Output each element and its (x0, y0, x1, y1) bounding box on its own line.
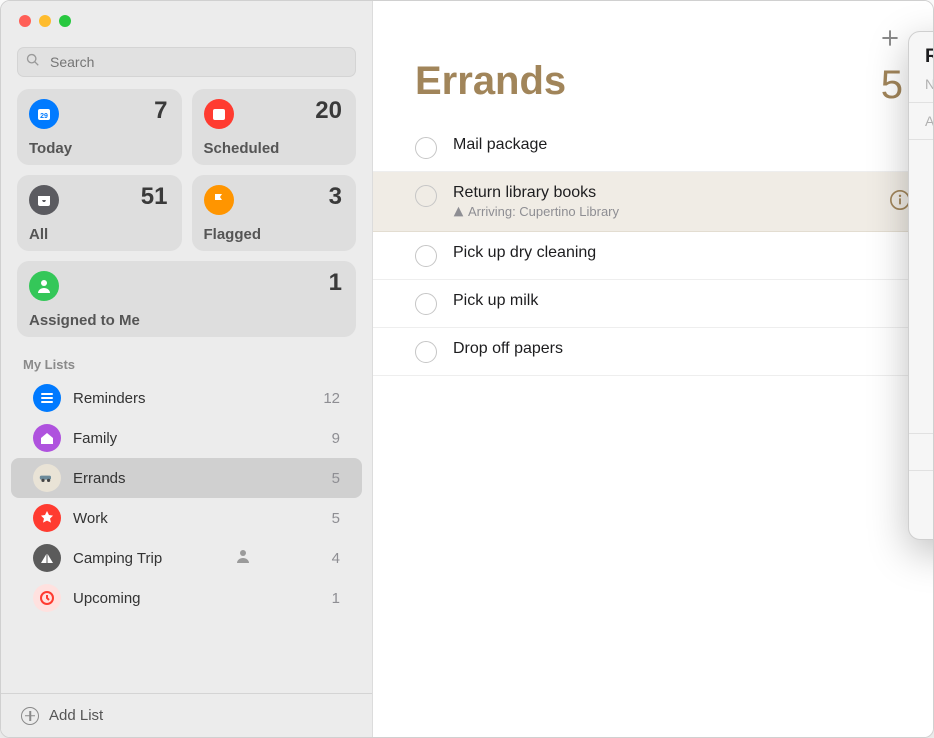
complete-toggle[interactable] (415, 137, 437, 159)
sidebar-list-upcoming[interactable]: Upcoming 1 (11, 578, 362, 618)
complete-toggle[interactable] (415, 185, 437, 207)
search-icon (26, 53, 40, 72)
plus-circle-icon (21, 707, 39, 725)
tile-today-label: Today (29, 140, 72, 157)
list-name: Work (73, 510, 108, 527)
list-count: 9 (332, 430, 340, 447)
sidebar-list-errands[interactable]: Errands 5 (11, 458, 362, 498)
home-icon (33, 424, 61, 452)
sidebar-list-family[interactable]: Family 9 (11, 418, 362, 458)
notes-field[interactable]: Notes (925, 72, 934, 96)
tile-today-count: 7 (154, 97, 167, 125)
car-icon (33, 464, 61, 492)
todo-title: Drop off papers (453, 340, 563, 358)
remind-me-label: remind me (925, 150, 934, 166)
list-title: Errands (373, 1, 933, 108)
tile-scheduled-label: Scheduled (204, 140, 280, 157)
clock-icon (33, 584, 61, 612)
tray-icon (29, 185, 59, 215)
smart-list-tiles: 29 7 Today 20 Scheduled 51 All (1, 89, 372, 337)
sidebar-list-work[interactable]: Work 5 (11, 498, 362, 538)
tile-all-label: All (29, 226, 48, 243)
list-count: 1 (332, 590, 340, 607)
svg-text:29: 29 (40, 113, 48, 120)
tags-field[interactable]: Add Tags (925, 109, 934, 133)
complete-toggle[interactable] (415, 341, 437, 363)
tile-today[interactable]: 29 7 Today (17, 89, 182, 165)
list-count: 5 (332, 510, 340, 527)
list-icon (33, 384, 61, 412)
todo-list: Mail package Return library books Arriving… (373, 108, 933, 376)
images-label: images (925, 505, 934, 521)
complete-toggle[interactable] (415, 293, 437, 315)
todo-subtitle: Arriving: Cupertino Library (453, 204, 619, 219)
tile-scheduled[interactable]: 20 Scheduled (192, 89, 357, 165)
tile-all-count: 51 (141, 183, 168, 211)
sidebar-list-reminders[interactable]: Reminders 12 (11, 378, 362, 418)
window-controls (1, 1, 372, 39)
maximize-button[interactable] (59, 15, 71, 27)
list-name: Camping Trip (73, 550, 162, 567)
search-field[interactable] (17, 47, 356, 77)
tent-icon (33, 544, 61, 572)
list-name: Reminders (73, 390, 146, 407)
person-icon (29, 271, 59, 301)
search-input[interactable] (48, 53, 347, 71)
todo-item[interactable]: Drop off papers (373, 328, 933, 376)
complete-toggle[interactable] (415, 245, 437, 267)
todo-title: Pick up dry cleaning (453, 244, 596, 262)
tile-assigned-count: 1 (329, 269, 342, 297)
calendar-icon (204, 99, 234, 129)
tile-scheduled-count: 20 (315, 97, 342, 125)
tile-flagged[interactable]: 3 Flagged (192, 175, 357, 251)
todo-item[interactable]: Return library books Arriving: Cupertino … (373, 172, 933, 232)
todo-title: Mail package (453, 136, 547, 154)
add-list-label: Add List (49, 707, 103, 724)
priority-label: priority (925, 444, 934, 460)
tile-flagged-label: Flagged (204, 226, 262, 243)
list-count: 4 (332, 550, 340, 567)
shared-icon (235, 548, 251, 568)
close-button[interactable] (19, 15, 31, 27)
tile-assigned[interactable]: 1 Assigned to Me (17, 261, 356, 337)
list-name: Errands (73, 470, 126, 487)
main-pane: Errands 5 Mail package Return library boo… (373, 1, 933, 737)
new-reminder-button[interactable] (877, 25, 903, 51)
tile-all[interactable]: 51 All (17, 175, 182, 251)
list-name: Family (73, 430, 117, 447)
todo-item[interactable]: Mail package (373, 124, 933, 172)
list-name: Upcoming (73, 590, 141, 607)
tile-assigned-label: Assigned to Me (29, 312, 140, 329)
list-count: 5 (881, 63, 903, 108)
list-count: 5 (332, 470, 340, 487)
lists: Reminders 12 Family 9 Errands 5 Work 5 Camping T… (1, 378, 372, 693)
url-label: URL (925, 481, 934, 497)
star-icon (33, 504, 61, 532)
sidebar: 29 7 Today 20 Scheduled 51 All (1, 1, 373, 737)
todo-title: Pick up milk (453, 292, 538, 310)
flag-icon (204, 185, 234, 215)
my-lists-header: My Lists (1, 337, 372, 378)
reminder-details-popover: Return library books Notes Add Tags remi… (908, 31, 934, 540)
calendar-day-icon: 29 (29, 99, 59, 129)
sidebar-list-camping-trip[interactable]: Camping Trip 4 (11, 538, 362, 578)
todo-title: Return library books (453, 184, 619, 202)
todo-item[interactable]: Pick up dry cleaning (373, 232, 933, 280)
list-count: 12 (323, 390, 340, 407)
popover-title[interactable]: Return library books (925, 46, 934, 68)
minimize-button[interactable] (39, 15, 51, 27)
todo-item[interactable]: Pick up milk (373, 280, 933, 328)
app-window: 29 7 Today 20 Scheduled 51 All (0, 0, 934, 738)
tile-flagged-count: 3 (329, 183, 342, 211)
add-list-button[interactable]: Add List (1, 693, 372, 737)
